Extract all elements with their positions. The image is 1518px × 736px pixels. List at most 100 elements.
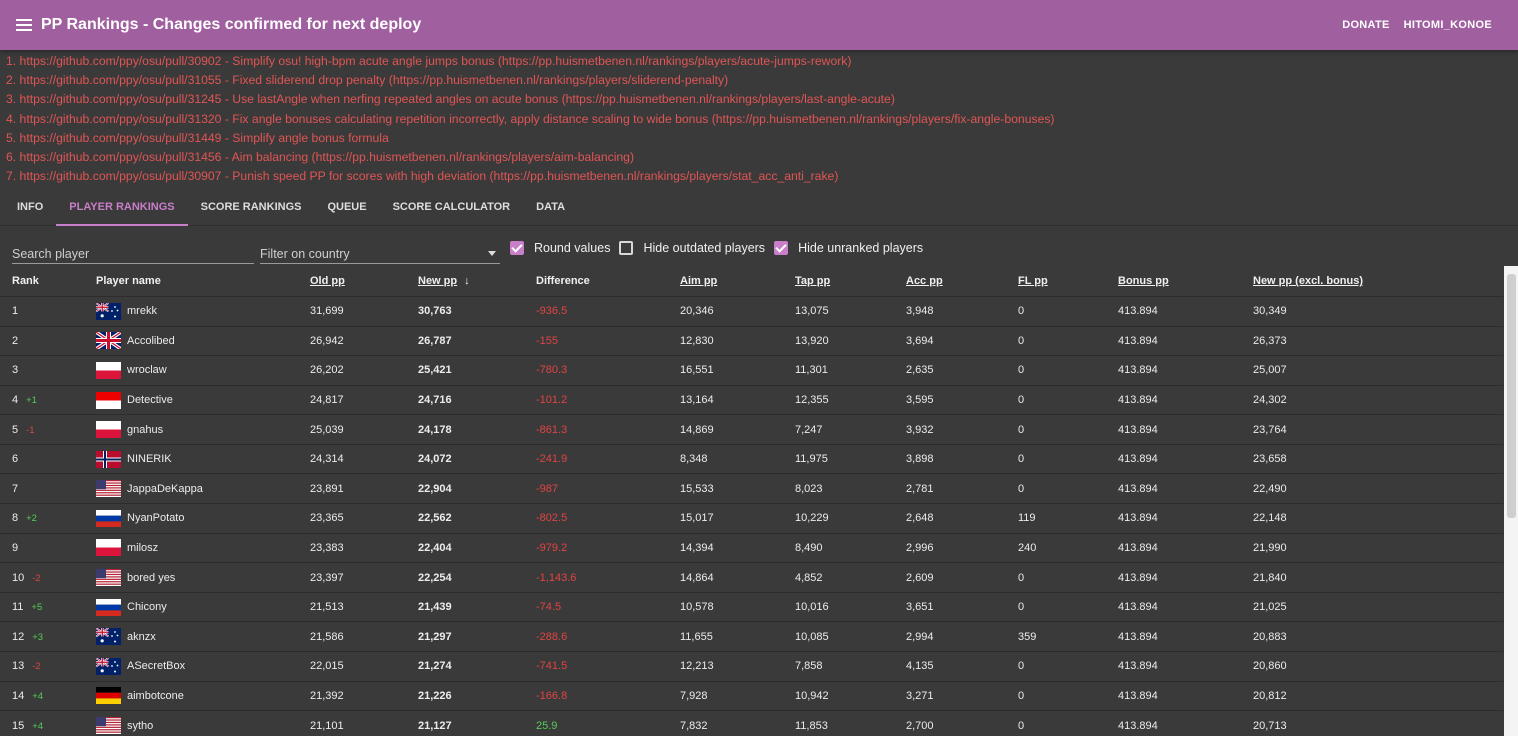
player-link[interactable]: JappaDeKappa <box>96 480 298 498</box>
player-cell[interactable]: bored yes <box>84 562 298 593</box>
player-link[interactable]: sytho <box>96 717 298 735</box>
column-header-new-pp[interactable]: New pp ↓ <box>406 266 524 297</box>
table-row[interactable]: 12 +3 aknzx 21,586 21,297 -288.6 11,655 10,085 2… <box>0 621 1503 653</box>
scrollbar-thumb[interactable] <box>1507 274 1516 519</box>
aim-pp-cell: 7,832 <box>668 710 783 736</box>
player-cell[interactable]: Accolibed <box>84 326 298 357</box>
player-cell[interactable]: aknzx <box>84 621 298 653</box>
player-link[interactable]: gnahus <box>96 421 298 439</box>
rank-change-badge: -2 <box>32 572 41 584</box>
round-values-checkbox[interactable]: Round values <box>510 236 610 260</box>
player-link[interactable]: milosz <box>96 539 298 557</box>
bonus-pp-cell: 413.894 <box>1106 533 1241 564</box>
bonus-pp-cell: 413.894 <box>1106 326 1241 357</box>
menu-icon[interactable] <box>16 19 32 31</box>
column-header-tap-pp[interactable]: Tap pp <box>783 266 894 297</box>
aim-pp-cell: 11,655 <box>668 621 783 653</box>
player-link[interactable]: mrekk <box>96 302 298 320</box>
player-link[interactable]: NyanPotato <box>96 509 298 527</box>
change-item[interactable]: 2. https://github.com/ppy/osu/pull/31055… <box>6 71 1512 90</box>
new-pp-cell: 21,226 <box>406 681 524 712</box>
change-item[interactable]: 1. https://github.com/ppy/osu/pull/30902… <box>6 52 1512 71</box>
bonus-pp-cell: 413.894 <box>1106 681 1241 712</box>
table-row[interactable]: 4 +1 Detective 24,817 24,716 -101.2 13,164 12,3… <box>0 385 1503 416</box>
table-row[interactable]: 2 Accolibed 26,942 26,787 -155 12,830 13,920 3,… <box>0 326 1503 357</box>
tab-queue[interactable]: QUEUE <box>314 188 379 225</box>
change-item[interactable]: 4. https://github.com/ppy/osu/pull/31320… <box>6 110 1512 129</box>
player-link[interactable]: ASecretBox <box>96 657 298 675</box>
table-row[interactable]: 5 -1 gnahus 25,039 24,178 -861.3 14,869 7,247 3,… <box>0 414 1503 445</box>
column-header-new-pp-excl-bonus[interactable]: New pp (excl. bonus) <box>1241 266 1503 297</box>
player-link[interactable]: bored yes <box>96 569 298 587</box>
player-link[interactable]: aknzx <box>96 628 298 646</box>
column-header-bonus-pp[interactable]: Bonus pp <box>1106 266 1241 297</box>
new-pp-excl-bonus-cell: 26,373 <box>1241 326 1503 357</box>
table-row[interactable]: 11 +5 Chicony 21,513 21,439 -74.5 10,578 10,016… <box>0 592 1503 623</box>
change-item[interactable]: 3. https://github.com/ppy/osu/pull/31245… <box>6 90 1512 109</box>
search-player-input[interactable]: Search player <box>12 236 254 265</box>
player-cell[interactable]: aimbotcone <box>84 681 298 712</box>
change-item[interactable]: 6. https://github.com/ppy/osu/pull/31456… <box>6 148 1512 167</box>
old-pp-cell: 26,942 <box>298 326 406 357</box>
tab-score-calculator[interactable]: SCORE CALCULATOR <box>380 188 524 225</box>
player-cell[interactable]: mrekk <box>84 296 298 327</box>
player-cell[interactable]: Detective <box>84 385 298 416</box>
rank-value: 15 <box>12 719 25 732</box>
new-pp-excl-bonus-cell: 23,764 <box>1241 414 1503 445</box>
tap-pp-cell: 10,229 <box>783 503 894 534</box>
country-filter-select[interactable]: Filter on country <box>260 236 500 265</box>
change-item[interactable]: 7. https://github.com/ppy/osu/pull/30907… <box>6 167 1512 186</box>
player-link[interactable]: NINERIK <box>96 450 298 468</box>
player-link[interactable]: Chicony <box>96 598 298 616</box>
hide-outdated-checkbox[interactable]: Hide outdated players <box>619 236 765 260</box>
table-row[interactable]: 3 wroclaw 26,202 25,421 -780.3 16,551 11,301 2,… <box>0 355 1503 386</box>
bonus-pp-cell: 413.894 <box>1106 710 1241 736</box>
player-cell[interactable]: JappaDeKappa <box>84 473 298 505</box>
new-pp-excl-bonus-cell: 21,025 <box>1241 592 1503 623</box>
table-row[interactable]: 9 milosz 23,383 22,404 -979.2 14,394 8,490 2,99… <box>0 533 1503 564</box>
table-row[interactable]: 1 mrekk 31,699 30,763 -936.5 20,346 13,075 3,94… <box>0 296 1503 327</box>
tab-data[interactable]: DATA <box>523 188 578 225</box>
tab-info[interactable]: INFO <box>4 188 56 225</box>
player-cell[interactable]: NINERIK <box>84 444 298 475</box>
player-cell[interactable]: milosz <box>84 533 298 564</box>
tap-pp-cell: 13,075 <box>783 296 894 327</box>
table-row[interactable]: 13 -2 ASecretBox 22,015 21,274 -741.5 12,213 7,… <box>0 651 1503 682</box>
player-link[interactable]: aimbotcone <box>96 687 298 705</box>
table-row[interactable]: 8 +2 NyanPotato 23,365 22,562 -802.5 15,017 10,… <box>0 503 1503 534</box>
donate-button[interactable]: DONATE <box>1342 19 1389 31</box>
column-header-old-pp[interactable]: Old pp <box>298 266 406 297</box>
rank-value: 11 <box>12 601 24 614</box>
new-pp-excl-bonus-cell: 20,812 <box>1241 681 1503 712</box>
table-row[interactable]: 15 +4 sytho 21,101 21,127 25.9 7,832 11,853 2,70… <box>0 710 1503 736</box>
tab-player-rankings[interactable]: PLAYER RANKINGS <box>56 188 188 227</box>
player-link[interactable]: Accolibed <box>96 332 298 350</box>
player-cell[interactable]: wroclaw <box>84 355 298 386</box>
player-link[interactable]: wroclaw <box>96 361 298 379</box>
player-cell[interactable]: sytho <box>84 710 298 736</box>
user-menu-button[interactable]: HITOMI_KONOE <box>1404 19 1492 31</box>
column-header-aim-pp[interactable]: Aim pp <box>668 266 783 297</box>
old-pp-cell: 23,365 <box>298 503 406 534</box>
column-header-acc-pp[interactable]: Acc pp <box>894 266 1006 297</box>
bonus-pp-cell: 413.894 <box>1106 473 1241 505</box>
table-row[interactable]: 14 +4 aimbotcone 21,392 21,226 -166.8 7,928 10,… <box>0 681 1503 712</box>
change-item[interactable]: 5. https://github.com/ppy/osu/pull/31449… <box>6 129 1512 148</box>
hide-unranked-checkbox[interactable]: Hide unranked players <box>774 236 923 260</box>
rank-value: 7 <box>12 482 19 495</box>
rank-cell: 7 <box>0 473 84 505</box>
column-header-fl-pp[interactable]: FL pp <box>1006 266 1106 297</box>
table-row[interactable]: 10 -2 bored yes 23,397 22,254 -1,143.6 14,864 4… <box>0 562 1503 593</box>
table-row[interactable]: 7 JappaDeKappa 23,891 22,904 -987 15,533 8,023… <box>0 473 1503 505</box>
table-row[interactable]: 6 NINERIK 24,314 24,072 -241.9 8,348 11,975 3,8… <box>0 444 1503 475</box>
rank-cell: 1 <box>0 296 84 327</box>
acc-pp-cell: 3,694 <box>894 326 1006 357</box>
fl-pp-cell: 0 <box>1006 355 1106 386</box>
player-cell[interactable]: Chicony <box>84 592 298 623</box>
player-cell[interactable]: NyanPotato <box>84 503 298 534</box>
player-cell[interactable]: ASecretBox <box>84 651 298 682</box>
player-cell[interactable]: gnahus <box>84 414 298 445</box>
tab-score-rankings[interactable]: SCORE RANKINGS <box>188 188 315 225</box>
sort-desc-icon[interactable]: ↓ <box>461 275 470 287</box>
player-link[interactable]: Detective <box>96 391 298 409</box>
